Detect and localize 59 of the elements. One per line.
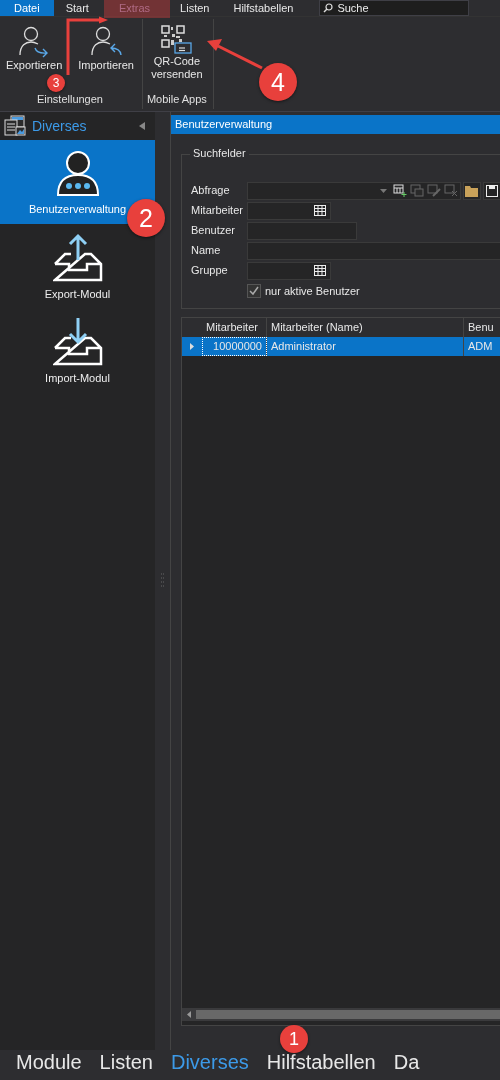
documents-icon — [4, 115, 26, 137]
table-cell: 10000000 — [202, 337, 267, 356]
save-button[interactable] — [483, 181, 500, 200]
ribbon-button[interactable]: QR-Code versenden — [149, 23, 205, 93]
query-dropdown[interactable] — [247, 181, 461, 200]
ribbon-group-label: Mobile Apps — [146, 93, 207, 107]
sidebar-item[interactable]: Import-Modul — [0, 308, 155, 392]
callout-badge: 1 — [280, 1025, 308, 1053]
qr-code-icon — [159, 25, 194, 55]
field-label: Gruppe — [191, 263, 229, 278]
menu-tab[interactable]: Listen — [168, 0, 222, 16]
folder-button[interactable] — [463, 181, 481, 200]
dropdown-caret-icon — [380, 188, 387, 193]
ribbon-button[interactable]: Importieren — [76, 23, 136, 93]
horizontal-scrollbar[interactable] — [182, 1008, 500, 1021]
module-tab[interactable]: Module — [16, 1050, 82, 1074]
table-row[interactable]: 10000000 Administrator ADM — [182, 337, 500, 356]
callout-badge: 4 — [259, 63, 297, 101]
sidebar-title: Diverses — [32, 118, 88, 134]
panel-title: Benutzerverwaltung — [171, 115, 500, 134]
save-icon — [486, 184, 498, 197]
scroll-left-icon[interactable] — [187, 1011, 191, 1018]
checkbox[interactable] — [247, 283, 261, 298]
menu-tab[interactable]: Start — [53, 0, 101, 16]
module-tab[interactable]: Listen — [99, 1050, 153, 1074]
grid-icon — [314, 205, 326, 216]
callout-badge: 3 — [47, 74, 65, 92]
grid-icon — [314, 265, 326, 276]
group-title: Suchfelder — [190, 147, 249, 159]
upload-tray-icon — [52, 232, 103, 282]
highlight-box — [104, 0, 170, 18]
collapse-icon[interactable] — [139, 122, 145, 130]
splitter-grip-icon[interactable] — [160, 573, 165, 589]
table-add-icon[interactable] — [393, 184, 407, 197]
column-header[interactable]: Benu — [464, 318, 500, 337]
lookup-field[interactable] — [247, 201, 331, 220]
table-delete-icon[interactable] — [444, 184, 458, 197]
table-cell: Administrator — [267, 337, 464, 356]
checkbox-label: nur aktive Benutzer — [265, 284, 360, 297]
annotation-arrow — [207, 39, 263, 70]
module-tab[interactable]: Da — [393, 1050, 420, 1074]
module-tab[interactable]: Diverses — [171, 1050, 249, 1074]
module-tab[interactable]: Hilfstabellen — [266, 1050, 376, 1074]
search-field[interactable]: Suche — [319, 0, 470, 16]
ribbon-group-label: Einstellungen — [36, 93, 103, 107]
field-label: Mitarbeiter — [191, 203, 244, 218]
menu-tab[interactable]: Datei — [0, 0, 54, 16]
menu-tab[interactable]: Hilfstabellen — [221, 0, 306, 16]
lookup-field[interactable] — [247, 261, 331, 280]
row-pointer-icon — [190, 343, 194, 350]
search-icon — [323, 3, 334, 13]
field-label: Abfrage — [191, 183, 231, 198]
download-tray-icon — [52, 316, 103, 366]
folder-icon — [465, 184, 479, 197]
field-label: Name — [191, 243, 222, 258]
field-label: Benutzer — [191, 223, 237, 238]
table-edit-icon[interactable] — [427, 184, 441, 197]
check-icon — [249, 285, 259, 296]
table-cell-text: ADM — [467, 339, 494, 354]
